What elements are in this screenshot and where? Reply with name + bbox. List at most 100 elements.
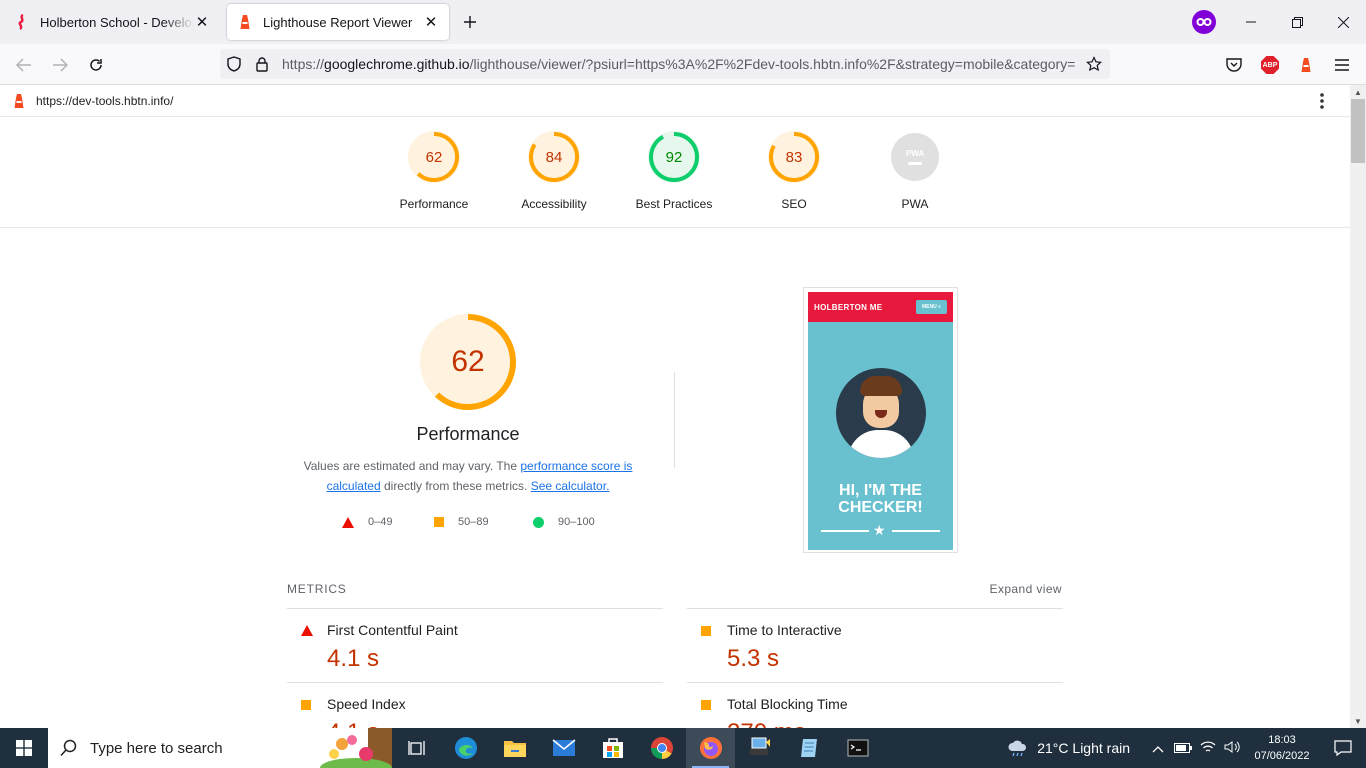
- store-icon: [602, 738, 623, 758]
- chrome-app[interactable]: [637, 728, 686, 768]
- search-highlight-illustration-icon: [320, 728, 392, 768]
- windows-taskbar: Type here to search 21°C Light rain 18:0…: [0, 728, 1366, 768]
- final-screenshot[interactable]: HOLBERTON ME MENU ≡ HI, I'M THE CHECKER!…: [803, 287, 958, 553]
- address-bar[interactable]: https://googlechrome.github.io/lighthous…: [220, 49, 1110, 79]
- terminal-icon: [847, 739, 868, 757]
- tab-title: Holberton School - Developer to: [40, 14, 194, 30]
- lighthouse-extension-button[interactable]: [1293, 52, 1319, 78]
- back-button[interactable]: [11, 52, 37, 78]
- close-icon: [1337, 16, 1349, 28]
- tab-holberton[interactable]: Holberton School - Developer to ✕: [4, 4, 220, 40]
- desc-text: directly from these metrics.: [380, 479, 531, 493]
- clock-date: 07/06/2022: [1254, 750, 1310, 762]
- forward-button[interactable]: [47, 52, 73, 78]
- metric-name: Total Blocking Time: [727, 696, 848, 712]
- performance-big-gauge: 62: [418, 312, 518, 412]
- store-app[interactable]: [588, 728, 637, 768]
- battery-icon[interactable]: [1174, 740, 1192, 756]
- report-url[interactable]: https://dev-tools.hbtn.info/: [36, 94, 173, 108]
- gauge-label: Best Practices: [635, 197, 713, 211]
- notifications-icon[interactable]: [1320, 740, 1366, 756]
- metric-value: 4.1 s: [327, 645, 380, 672]
- pwa-badge-icon: PWA: [891, 133, 939, 181]
- kebab-menu-icon: [1320, 93, 1324, 109]
- bookmark-star-icon[interactable]: [1080, 50, 1108, 78]
- new-tab-button[interactable]: [458, 10, 482, 34]
- pocket-button[interactable]: [1221, 52, 1247, 78]
- star-icon: ★: [873, 522, 886, 538]
- lock-icon[interactable]: [248, 50, 276, 78]
- minimize-icon: [1246, 21, 1256, 23]
- back-arrow-icon: [16, 58, 31, 72]
- gauge-best-practices[interactable]: 92 Best Practices: [614, 131, 734, 211]
- notepad-app[interactable]: [784, 728, 833, 768]
- screenshot-menu: MENU ≡: [915, 300, 947, 314]
- average-square-icon: [301, 700, 311, 710]
- gauge-pwa[interactable]: PWA PWA: [855, 131, 975, 211]
- url-host: googlechrome.github.io: [324, 56, 470, 72]
- avatar-illustration: [836, 368, 926, 458]
- weather-text[interactable]: 21°C Light rain: [1037, 740, 1130, 756]
- restore-button[interactable]: [1274, 0, 1320, 44]
- volume-icon[interactable]: [1224, 740, 1240, 757]
- taskbar-search[interactable]: Type here to search: [48, 728, 392, 768]
- tab-title: Lighthouse Report Viewer: [263, 14, 413, 30]
- legend-label: 50–89: [458, 516, 489, 528]
- average-square-icon: [701, 700, 711, 710]
- metric-fcp: First Contentful Paint 4.1 s: [287, 608, 663, 682]
- network-app[interactable]: [735, 728, 784, 768]
- url-prefix: https://: [282, 56, 325, 72]
- reload-button[interactable]: [83, 52, 109, 78]
- terminal-app[interactable]: [833, 728, 882, 768]
- task-view-icon: [407, 741, 425, 755]
- scrollbar-thumb[interactable]: [1351, 99, 1365, 163]
- expand-view-toggle[interactable]: Expand view: [990, 582, 1062, 596]
- network-computer-icon: [749, 737, 770, 755]
- adblock-plus-button[interactable]: ABP: [1257, 52, 1283, 78]
- gauge-performance[interactable]: 62 Performance: [374, 131, 494, 211]
- metrics-header: METRICS Expand view: [287, 582, 1062, 600]
- minimize-button[interactable]: [1228, 0, 1274, 44]
- task-view-button[interactable]: [392, 728, 441, 768]
- scroll-up-icon[interactable]: ▲: [1350, 85, 1366, 99]
- tab-lighthouse[interactable]: Lighthouse Report Viewer ✕: [227, 4, 449, 40]
- tracking-protection-shield-icon[interactable]: [220, 50, 248, 78]
- plus-icon: [464, 16, 476, 28]
- category-summary: 62 Performance 84 Accessibility 92 Best …: [0, 117, 1350, 228]
- legend-label: 90–100: [558, 516, 595, 528]
- private-browsing-icon: [1192, 10, 1216, 34]
- metric-name: First Contentful Paint: [327, 622, 458, 638]
- screenshot-headline: HI, I'M THE CHECKER!: [808, 482, 953, 516]
- metric-value: 5.3 s: [727, 645, 780, 672]
- see-calculator-link[interactable]: See calculator.: [531, 479, 610, 493]
- firefox-app[interactable]: [686, 728, 735, 768]
- divider: [674, 372, 675, 468]
- chevron-up-icon[interactable]: [1152, 740, 1164, 756]
- scroll-down-icon[interactable]: ▼: [1350, 714, 1366, 728]
- mail-icon: [552, 739, 575, 756]
- close-window-button[interactable]: [1320, 0, 1366, 44]
- adblock-plus-icon: ABP: [1261, 56, 1279, 74]
- headline-line: CHECKER!: [838, 499, 923, 516]
- mail-app[interactable]: [539, 728, 588, 768]
- file-explorer-app[interactable]: [490, 728, 539, 768]
- gauge-accessibility[interactable]: 84 Accessibility: [494, 131, 614, 211]
- pwa-badge-text: PWA: [905, 149, 925, 158]
- pass-circle-icon: [533, 516, 544, 528]
- wifi-icon[interactable]: [1200, 740, 1216, 757]
- lighthouse-favicon-icon: [237, 14, 253, 30]
- average-square-icon: [434, 517, 444, 527]
- gauge-seo[interactable]: 83 SEO: [734, 131, 854, 211]
- close-tab-icon[interactable]: ✕: [423, 14, 439, 31]
- url-text[interactable]: https://googlechrome.github.io/lighthous…: [276, 56, 1080, 72]
- lighthouse-icon: [1301, 58, 1311, 72]
- edge-app[interactable]: [441, 728, 490, 768]
- page-scrollbar[interactable]: ▲ ▼: [1350, 85, 1366, 728]
- clock-time: 18:03: [1268, 734, 1296, 746]
- clock[interactable]: 18:03 07/06/2022: [1244, 732, 1320, 764]
- close-tab-icon[interactable]: ✕: [194, 14, 210, 31]
- app-menu-button[interactable]: [1329, 52, 1355, 78]
- start-button[interactable]: [0, 728, 48, 768]
- performance-score: 62: [451, 345, 485, 378]
- tools-menu-button[interactable]: [1312, 91, 1332, 111]
